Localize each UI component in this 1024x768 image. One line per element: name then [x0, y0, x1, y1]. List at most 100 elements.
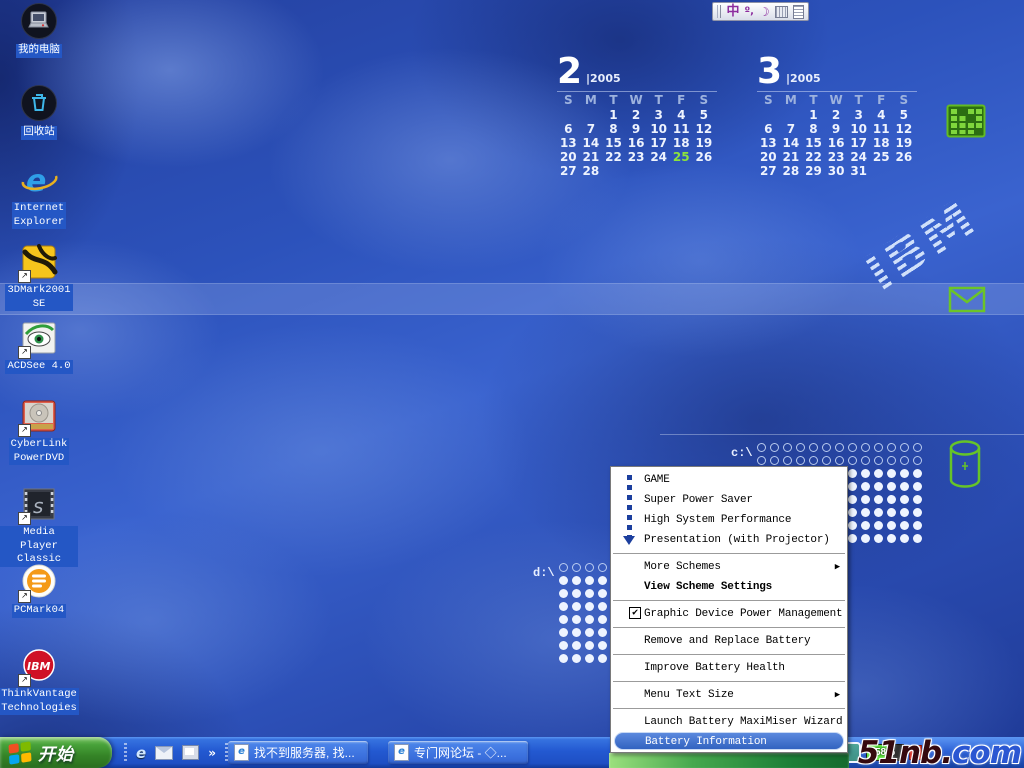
calendar-year: |2005 — [586, 72, 621, 85]
menu-item-battery-information[interactable]: Battery Information — [614, 732, 844, 750]
menu-item-label: Battery Information — [645, 736, 767, 748]
calendar-month-number: 2 — [557, 51, 582, 92]
quick-launch-overflow-chevron[interactable]: » — [208, 746, 216, 760]
calendar-day: 1 — [802, 108, 825, 122]
calendar-month-number: 3 — [757, 51, 782, 92]
used-space-dot — [572, 602, 582, 612]
free-space-dot — [809, 443, 818, 452]
menu-item-game[interactable]: GAME — [611, 470, 847, 490]
calendar-day-header: W — [625, 93, 648, 108]
used-space-dot — [572, 589, 582, 599]
menu-item-label: Remove and Replace Battery — [644, 635, 810, 647]
calendar-march-2005: 3|2005SMTWTFS123456789101112131415161718… — [757, 55, 917, 178]
used-space-dot — [572, 641, 582, 651]
language-bar-handle[interactable] — [717, 5, 721, 18]
menu-item-more-schemes[interactable]: More Schemes▶ — [611, 557, 847, 577]
desktop-icon-my-computer[interactable]: 我的电脑 — [0, 2, 78, 58]
used-space-dot — [572, 576, 582, 586]
calendar-day: 18 — [870, 136, 893, 150]
menu-item-label: GAME — [644, 474, 670, 486]
menu-item-presentation-with-projector[interactable]: Presentation (with Projector) — [611, 530, 847, 550]
desktop-icon-thinkvantage[interactable]: IBM↗ThinkVantage Technologies — [0, 646, 78, 715]
calendar-day: 11 — [870, 122, 893, 136]
calendar-day: 9 — [825, 122, 848, 136]
calendar-day: 23 — [625, 150, 648, 164]
calendar-day-header: T — [847, 93, 870, 108]
calendar-day — [870, 164, 893, 178]
outlook-express-icon[interactable] — [155, 746, 173, 760]
free-space-dot — [835, 443, 844, 452]
svg-text:IBM: IBM — [27, 660, 50, 673]
menu-item-high-system-performance[interactable]: High System Performance — [611, 510, 847, 530]
calendar-day: 17 — [647, 136, 670, 150]
used-space-dot — [887, 469, 897, 479]
calendar-day: 21 — [580, 150, 603, 164]
used-space-dot — [585, 641, 595, 651]
calendar-day: 8 — [802, 122, 825, 136]
menu-item-menu-text-size[interactable]: Menu Text Size▶ — [611, 685, 847, 705]
menu-item-improve-battery-health[interactable]: Improve Battery Health — [611, 658, 847, 678]
desktop-screen: IBM 2|2005SMTWTFS12345678910111213141516… — [0, 0, 1024, 768]
free-space-dot — [585, 563, 594, 572]
menu-item-super-power-saver[interactable]: Super Power Saver — [611, 490, 847, 510]
ime-keyboard-icon[interactable] — [775, 6, 788, 18]
desktop-icon-label: ACDSee 4.0 — [5, 360, 72, 374]
free-space-dot — [861, 456, 870, 465]
used-space-dot — [900, 482, 910, 492]
quick-launch-handle[interactable] — [124, 743, 127, 763]
menu-item-launch-battery-maximiser-wizard[interactable]: Launch Battery MaxiMiser Wizard — [611, 712, 847, 732]
internet-explorer-icon: e — [18, 160, 60, 200]
shortcut-arrow-badge: ↗ — [18, 512, 31, 525]
ime-punctuation-button[interactable]: º, — [744, 7, 753, 17]
desktop-icon-recycle-bin[interactable]: 回收站 — [0, 84, 78, 140]
used-space-dot — [887, 508, 897, 518]
free-space-dot — [559, 563, 568, 572]
calendar-day: 5 — [693, 108, 716, 122]
menu-item-label: Launch Battery MaxiMiser Wizard — [644, 716, 842, 728]
used-space-dot — [559, 576, 569, 586]
calendar-day-header: S — [557, 93, 580, 108]
desktop-icon-powerdvd[interactable]: ↗CyberLink PowerDVD — [0, 396, 78, 465]
drive-d-usage-gadget: d:\ — [533, 563, 555, 581]
acdsee-icon: ↗ — [18, 318, 60, 358]
desktop-icon-acdsee[interactable]: ↗ ACDSee 4.0 — [0, 318, 78, 374]
calendar-day: 16 — [825, 136, 848, 150]
calendar-day: 3 — [847, 108, 870, 122]
checkbox-checked-icon[interactable]: ✔ — [629, 607, 641, 619]
desktop-icon-pcmark04[interactable]: ↗PCMark04 — [0, 562, 78, 618]
used-space-dot — [559, 654, 569, 664]
used-space-dot — [874, 534, 884, 544]
calendar-day: 9 — [625, 122, 648, 136]
calendar-header: 3|2005 — [757, 55, 917, 88]
free-space-dot — [598, 563, 607, 572]
task-button-2[interactable]: e专门网论坛 - ◇... — [388, 741, 528, 764]
menu-separator — [613, 600, 845, 601]
desktop-icon-media-player-classic[interactable]: s↗Media Player Classic — [0, 484, 78, 567]
calendar-day: 29 — [802, 164, 825, 178]
desktop-icon-internet-explorer[interactable]: eInternet Explorer — [0, 160, 78, 229]
desktop-icon-label: 3DMark2001 SE — [5, 284, 72, 311]
used-space-dot — [572, 654, 582, 664]
calendar-day — [625, 164, 648, 178]
desktop-icon-label: CyberLink PowerDVD — [9, 438, 70, 465]
calendar-day-header: S — [893, 93, 916, 108]
ime-chinese-mode-button[interactable]: 中 — [726, 5, 739, 18]
used-space-dot — [559, 615, 569, 625]
used-space-dot — [848, 534, 858, 544]
ime-menu-icon[interactable] — [793, 5, 804, 19]
internet-explorer-icon[interactable]: e — [136, 744, 146, 762]
show-desktop-icon[interactable] — [182, 745, 199, 760]
ime-fullwidth-button[interactable]: ☽ — [759, 6, 770, 18]
task-button-1[interactable]: e找不到服务器, 找... — [228, 741, 368, 764]
desktop-icon-3dmark2001[interactable]: ↗3DMark2001 SE — [0, 242, 78, 311]
calendar-day: 12 — [893, 122, 916, 136]
menu-item-label: High System Performance — [644, 514, 791, 526]
used-space-dot — [874, 521, 884, 531]
start-button[interactable]: 开始 — [0, 737, 112, 768]
menu-item-graphic-device-power-management[interactable]: ✔Graphic Device Power Management — [611, 604, 847, 624]
menu-item-remove-and-replace-battery[interactable]: Remove and Replace Battery — [611, 631, 847, 651]
calendar-day: 21 — [780, 150, 803, 164]
calendar-grid: SMTWTFS123456789101112131415161718192021… — [757, 93, 917, 178]
language-bar[interactable]: 中 º, ☽ — [712, 2, 809, 21]
menu-item-view-scheme-settings[interactable]: View Scheme Settings — [611, 577, 847, 597]
